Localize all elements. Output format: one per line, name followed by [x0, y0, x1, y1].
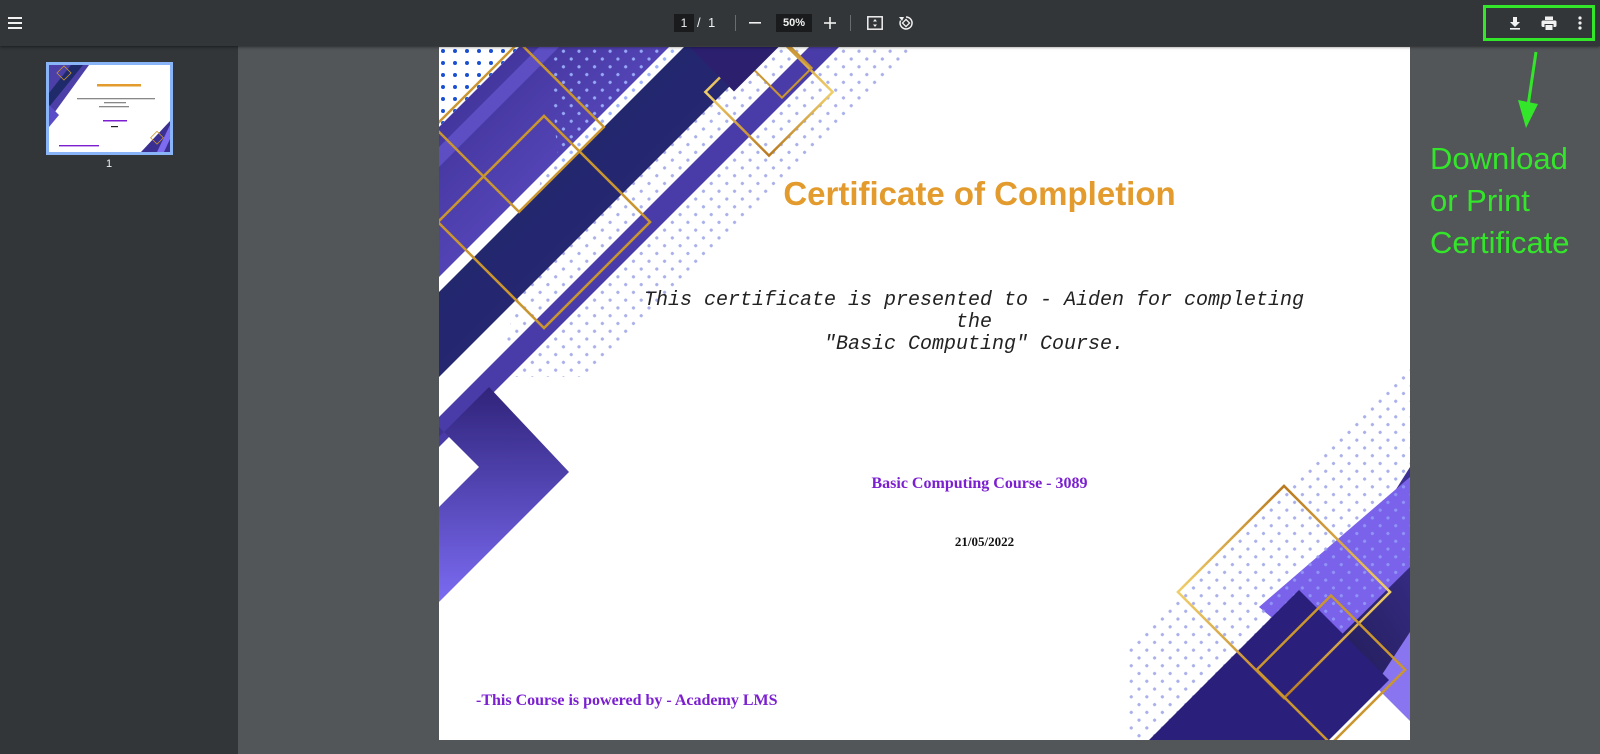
certificate-body: This certificate is presented to - Aiden… [589, 290, 1359, 356]
annotation-text: Download or Print Certificate [1430, 138, 1570, 264]
zoom-in-icon[interactable] [818, 11, 842, 35]
certificate-body-line: "Basic Computing" Course. [823, 333, 1125, 356]
annotation-arrow-icon [1518, 51, 1538, 128]
zoom-level-input[interactable]: 50% [776, 14, 812, 32]
download-print-highlight-box [1483, 5, 1595, 41]
certificate-course-code: Basic Computing Course - 3089 [871, 475, 1088, 492]
certificate-footer: -This Course is powered by - Academy LMS [476, 692, 778, 709]
thumbnail-sidebar: 1 [0, 46, 238, 754]
page-thumbnail[interactable] [46, 62, 173, 155]
toolbar-divider [735, 15, 736, 31]
certificate-body-line: This certificate is presented to - Aiden… [643, 289, 1305, 312]
thumbnail-page-number: 1 [106, 158, 113, 170]
fit-page-icon[interactable] [863, 11, 887, 35]
certificate-body-line: the [955, 311, 992, 334]
pdf-page: Certificate of Completion This certifica… [439, 47, 1410, 740]
menu-icon[interactable] [4, 11, 28, 35]
rotate-icon[interactable] [894, 11, 918, 35]
annotation-line: or Print [1430, 183, 1530, 218]
page-number-input[interactable]: 1 [674, 14, 694, 32]
toolbar-divider [850, 15, 851, 31]
annotation-line: Download [1430, 141, 1568, 176]
certificate-background-art [439, 47, 1410, 740]
page-separator: / [697, 15, 701, 30]
annotation-line: Certificate [1430, 225, 1570, 260]
certificate-date: 21/05/2022 [954, 534, 1015, 549]
zoom-out-icon[interactable] [743, 11, 767, 35]
page-total: 1 [708, 15, 716, 30]
pdf-toolbar: 1 / 1 50% [0, 0, 1600, 46]
certificate-title: Certificate of Completion [783, 175, 1176, 212]
